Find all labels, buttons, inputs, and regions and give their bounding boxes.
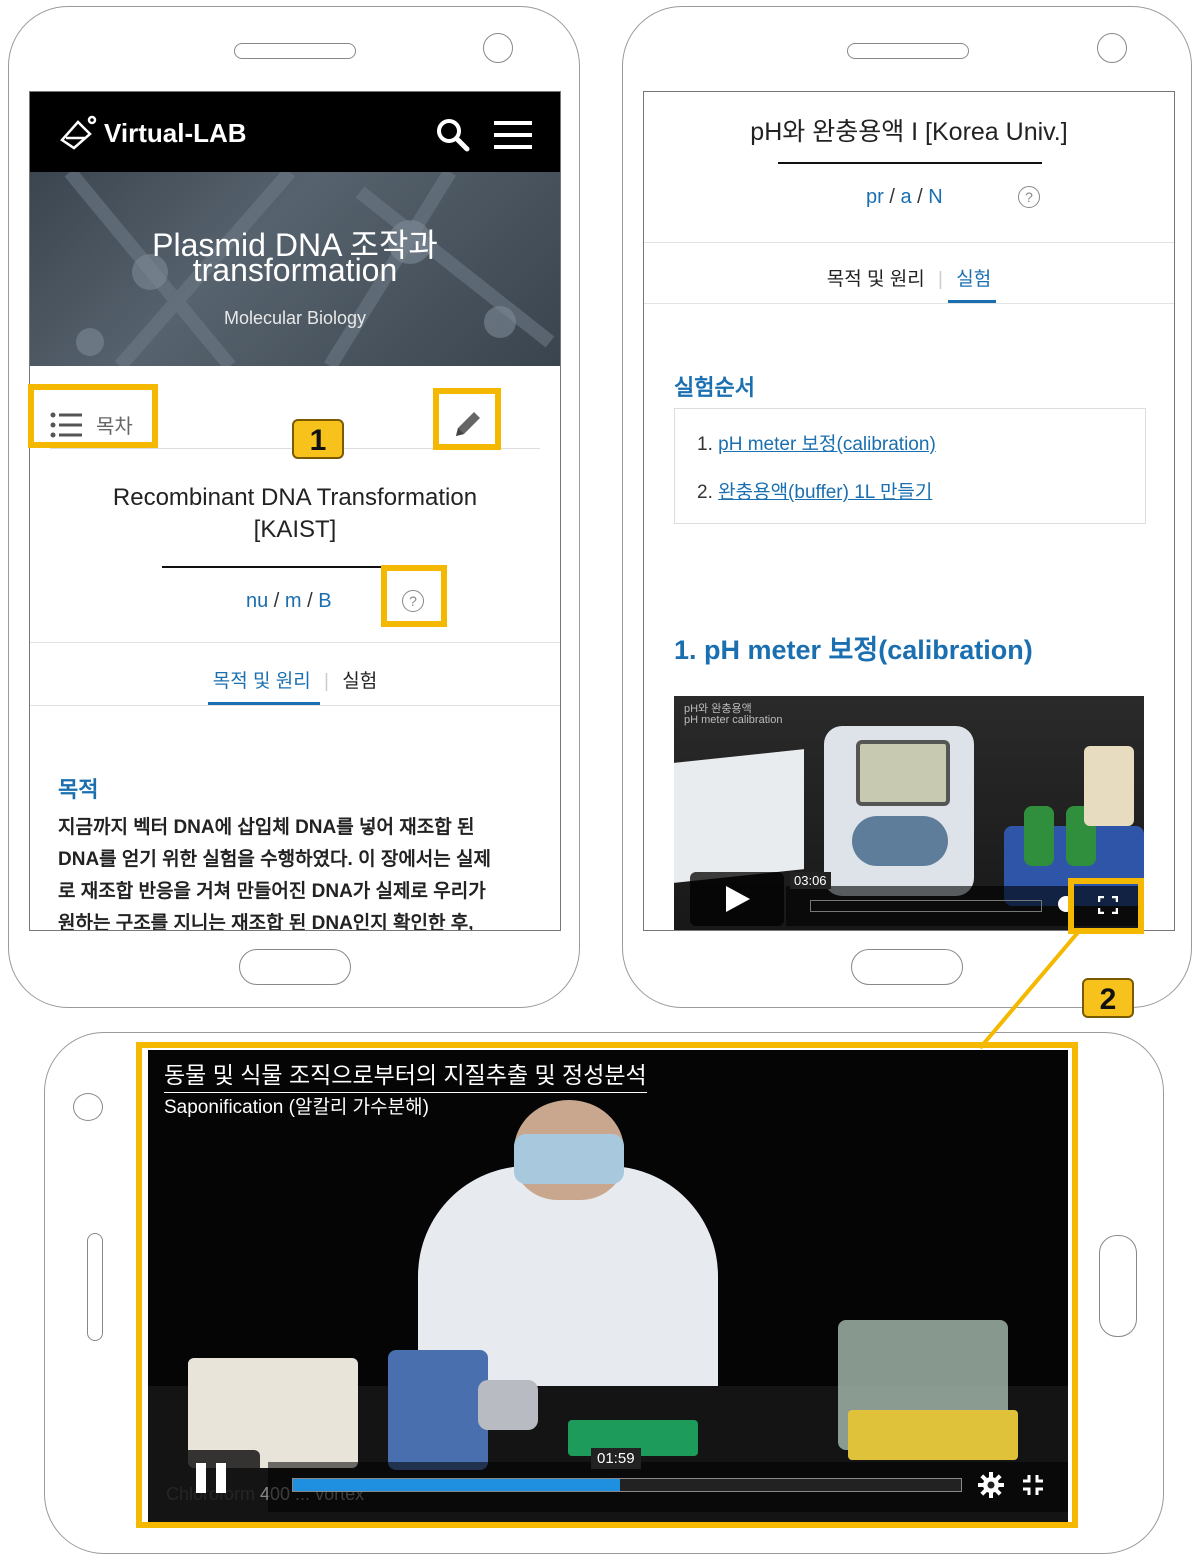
procedure-heading: 실험순서 (674, 375, 755, 400)
brand-name[interactable]: Virtual-LAB (104, 118, 247, 149)
front-camera (1097, 33, 1127, 63)
section-heading: 목적 (58, 777, 99, 802)
tab-experiment[interactable]: 실험 (342, 671, 377, 692)
front-camera (73, 1093, 103, 1121)
course-title: pH와 완충용액 I [Korea Univ.] (750, 118, 1068, 146)
code-part-3: B (318, 590, 332, 612)
app-header: Virtual-LAB (30, 92, 560, 172)
highlight-edit (433, 388, 501, 450)
procedure-box: 1. pH meter 보정(calibration) 2. 완충용액(buff… (674, 408, 1146, 524)
highlight-fullscreen-button (1068, 878, 1144, 934)
tissue-box (674, 749, 804, 883)
video-overlay-line2: pH meter calibration (684, 714, 783, 726)
procedure-link-2[interactable]: 완충용액(buffer) 1L 만들기 (718, 482, 932, 503)
right-screen: pH와 완충용액 I [Korea Univ.] pr / a / N ? 목적… (643, 91, 1175, 931)
tabs-divider-top (644, 242, 1174, 243)
right-phone: pH와 완충용액 I [Korea Univ.] pr / a / N ? 목적… (622, 6, 1192, 1008)
home-button[interactable] (1099, 1235, 1137, 1337)
hero-subtitle: Molecular Biology (223, 308, 367, 328)
tab-separator: | (938, 269, 943, 290)
speaker-slot (87, 1233, 103, 1341)
help-icon[interactable]: ? (1018, 186, 1040, 208)
left-phone: Virtual-LAB Plasmid DNA 조작과 transformati… (8, 6, 580, 1008)
code-part-3: N (928, 186, 943, 208)
highlight-help (381, 565, 447, 627)
ph-meter (824, 726, 974, 896)
tube-1 (1024, 806, 1054, 866)
procedure-item-1[interactable]: 1. pH meter 보정(calibration) (697, 429, 936, 456)
procedure-link-1[interactable]: pH meter 보정(calibration) (718, 434, 936, 455)
highlight-fullscreen-video (136, 1042, 1078, 1528)
tab-purpose[interactable]: 목적 및 원리 (213, 671, 311, 692)
bottle (1084, 746, 1134, 826)
video-time-label: 03:06 (790, 872, 831, 889)
body-line-3: 로 재조합 반응을 거쳐 만들어진 DNA가 실제로 우리가 (58, 881, 486, 902)
menu-icon[interactable] (494, 120, 532, 150)
section-title: 1. pH meter 보정(calibration) (674, 635, 1033, 665)
tab-bar: 목적 및 원리 | 실험 (644, 264, 1174, 291)
course-title-line2: [KAIST] (253, 516, 337, 543)
speaker-slot (847, 43, 969, 59)
course-code: pr / a / N (866, 186, 943, 208)
search-icon[interactable] (436, 118, 470, 152)
code-part-2: m (284, 590, 302, 612)
procedure-item-2[interactable]: 2. 완충용액(buffer) 1L 만들기 (697, 477, 932, 504)
tab-purpose[interactable]: 목적 및 원리 (827, 269, 925, 290)
code-part-1: pr (866, 186, 884, 208)
highlight-toc (28, 384, 158, 448)
speaker-slot (234, 43, 356, 59)
body-line-4: 원하는 구조를 지니는 재조합 된 DNA인지 확인한 후, (58, 913, 474, 931)
play-button[interactable] (690, 872, 784, 926)
course-title-line1: Recombinant DNA Transformation (112, 484, 478, 511)
tab-separator: | (324, 671, 329, 692)
code-part-2: a (900, 186, 912, 208)
body-text: 지금까지 벡터 DNA에 삽입체 DNA를 넣어 재조합 된 DNA를 얻기 위… (58, 812, 548, 931)
hero-title-line2: transformation (192, 252, 398, 288)
home-button[interactable] (851, 949, 963, 985)
course-code: nu / m / B (246, 590, 332, 612)
tab-experiment[interactable]: 실험 (956, 269, 991, 290)
code-part-1: nu (246, 590, 269, 612)
body-line-2: DNA를 얻기 위한 실험을 수행하였다. 이 장에서는 실제 (58, 849, 491, 870)
tabs-divider-top (30, 642, 560, 643)
annotation-badge-2: 2 (1082, 978, 1134, 1018)
play-icon (726, 886, 750, 912)
video-progress-track[interactable] (810, 900, 1042, 912)
annotation-connector (978, 930, 1082, 1050)
annotation-badge-1: 1 (292, 419, 344, 459)
left-screen: Virtual-LAB Plasmid DNA 조작과 transformati… (29, 91, 561, 931)
tabs-divider-bottom (30, 705, 560, 706)
title-underline (778, 162, 1042, 164)
flask-logo-icon (60, 115, 97, 150)
body-line-1: 지금까지 벡터 DNA에 삽입체 DNA를 넣어 재조합 된 (58, 817, 475, 838)
front-camera (483, 33, 513, 63)
home-button[interactable] (239, 949, 351, 985)
hero-banner: Plasmid DNA 조작과 transformation Molecular… (30, 172, 560, 366)
tab-bar: 목적 및 원리 | 실험 (30, 666, 560, 693)
tabs-divider-bottom (644, 303, 1174, 304)
